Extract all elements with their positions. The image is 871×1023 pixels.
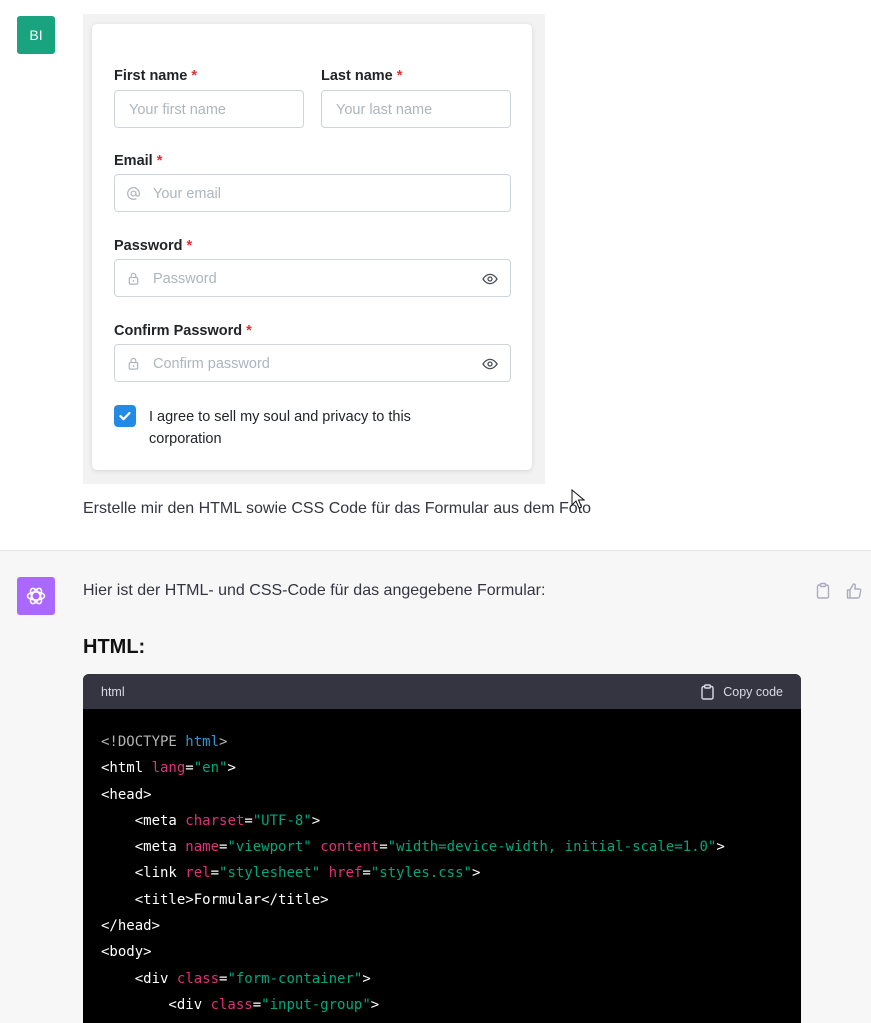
code-line: <link rel="stylesheet" href="styles.css"…	[101, 865, 481, 882]
mouse-cursor-icon	[571, 489, 585, 509]
agree-label: I agree to sell my soul and privacy to t…	[149, 409, 411, 447]
password-input[interactable]: Password	[114, 259, 511, 297]
copy-code-button[interactable]: Copy code	[700, 683, 783, 700]
form-card: First name * Your first name Last name * Y…	[92, 24, 532, 470]
code-language: html	[101, 684, 125, 699]
first-name-label: First name *	[114, 68, 197, 84]
eye-icon[interactable]	[482, 271, 498, 287]
agree-checkbox[interactable]	[114, 405, 136, 427]
last-name-label: Last name *	[321, 68, 403, 84]
code-line: <div class="form-container">	[101, 970, 371, 987]
code-line: <html lang="en">	[101, 760, 236, 777]
code-line: <head>	[101, 786, 152, 803]
last-name-input[interactable]: Your last name	[321, 90, 511, 128]
openai-logo-icon	[26, 587, 46, 605]
clipboard-icon[interactable]	[814, 582, 832, 600]
first-name-input[interactable]: Your first name	[114, 90, 304, 128]
eye-icon[interactable]	[482, 356, 498, 372]
confirm-password-input[interactable]: Confirm password	[114, 344, 511, 382]
html-heading: HTML:	[83, 636, 146, 658]
code-block-header: html Copy code	[83, 674, 801, 709]
code-line: <!DOCTYPE html>	[101, 734, 228, 750]
confirm-password-label: Confirm Password *	[114, 323, 252, 339]
password-label: Password *	[114, 238, 193, 254]
code-block: html Copy code <!DOCTYPE html> <html lan…	[83, 674, 801, 1023]
code-line: <meta name="viewport" content="width=dev…	[101, 839, 725, 856]
code-content: <!DOCTYPE html> <html lang="en"> <head> …	[83, 709, 801, 1023]
code-line: <title>Formular</title>	[101, 891, 329, 908]
user-message: BI First name * Your first name Last name…	[0, 0, 871, 551]
assistant-reply-text: Hier ist der HTML- und CSS-Code für das …	[83, 582, 546, 599]
assistant-avatar	[17, 577, 55, 615]
lock-icon	[128, 357, 139, 370]
at-icon	[127, 187, 140, 200]
code-line: <body>	[101, 944, 152, 961]
code-line: <div class="input-group">	[101, 996, 380, 1013]
attached-form-screenshot: First name * Your first name Last name * Y…	[83, 14, 545, 484]
code-line: </head>	[101, 918, 161, 935]
clipboard-icon	[701, 683, 714, 700]
user-avatar: BI	[17, 16, 55, 54]
check-icon	[119, 411, 131, 421]
prompt-text: Erstelle mir den HTML sowie CSS Code für…	[83, 500, 592, 517]
email-input[interactable]: Your email	[114, 174, 511, 212]
email-label: Email *	[114, 153, 163, 169]
lock-icon	[128, 272, 139, 285]
thumbs-up-icon[interactable]	[845, 582, 863, 600]
code-line: <meta charset="UTF-8">	[101, 812, 321, 829]
